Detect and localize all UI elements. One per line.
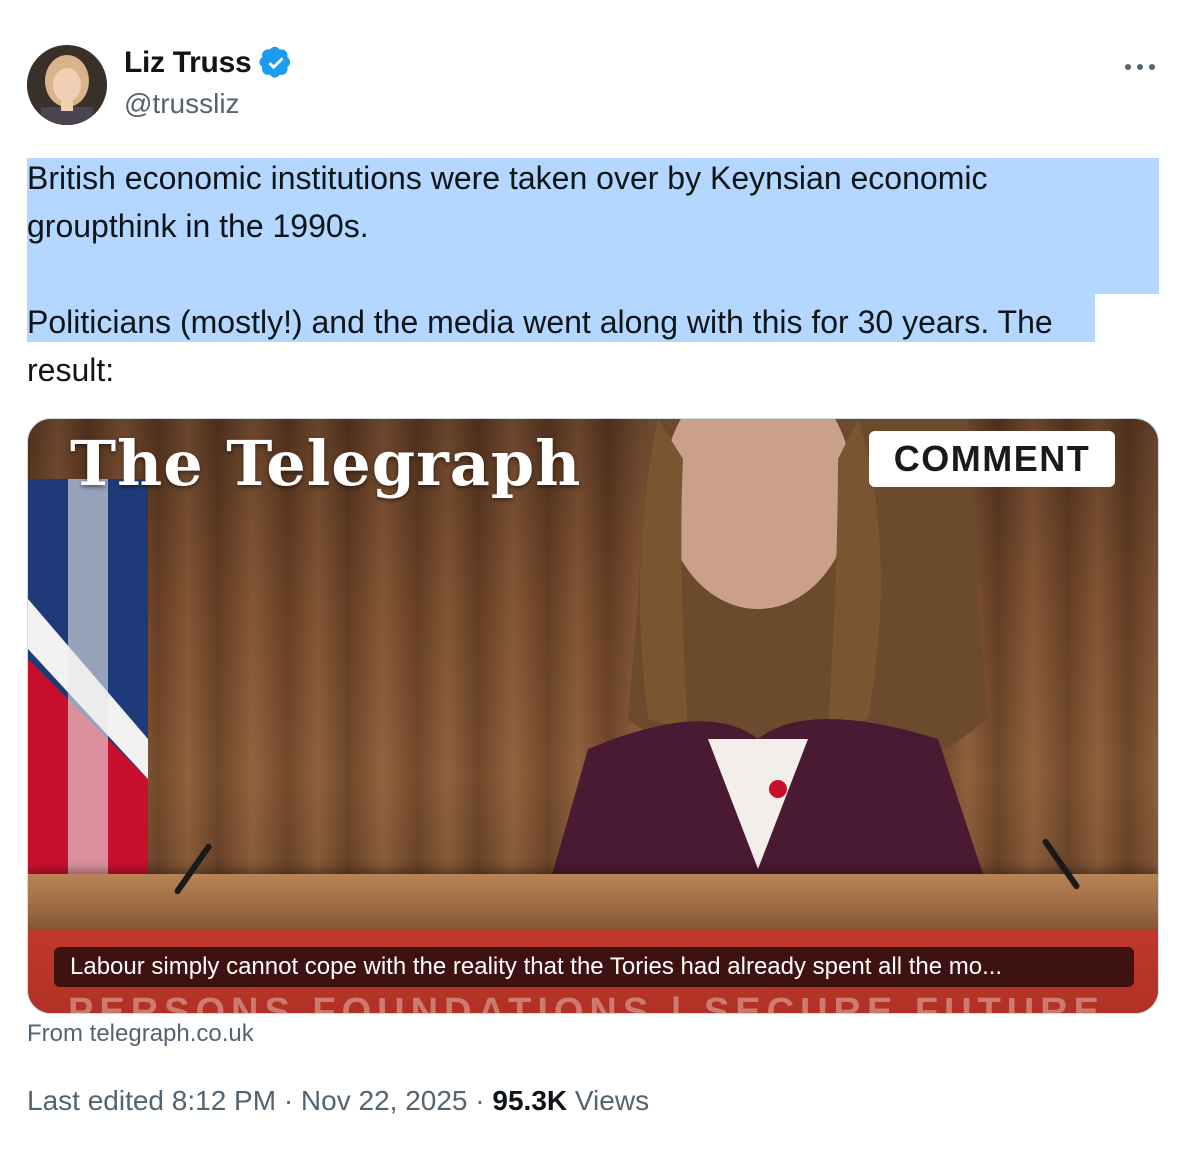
author-avatar[interactable] xyxy=(27,45,107,125)
views-label: Views xyxy=(567,1085,650,1116)
edited-timestamp[interactable]: Last edited 8:12 PM · Nov 22, 2025 · xyxy=(27,1085,492,1116)
link-preview-card[interactable]: PERSONS FOUNDATIONS | SECURE FUTURE The … xyxy=(27,418,1159,1014)
speaker-image xyxy=(548,419,988,889)
podium xyxy=(28,874,1158,934)
podium-lettering: PERSONS FOUNDATIONS | SECURE FUTURE xyxy=(68,991,1105,1014)
card-source[interactable]: From telegraph.co.uk xyxy=(27,1020,254,1048)
tweet-text-line: British economic institutions were taken… xyxy=(27,160,988,196)
comment-badge: COMMENT xyxy=(869,431,1115,487)
more-options-icon[interactable] xyxy=(1122,52,1158,82)
author-name[interactable]: Liz Truss xyxy=(124,46,252,80)
card-caption: Labour simply cannot cope with the reali… xyxy=(54,947,1134,987)
avatar-image xyxy=(27,45,107,125)
tweet-text-line: Politicians (mostly!) and the media went… xyxy=(27,304,1053,340)
telegraph-logo: The Telegraph xyxy=(70,427,582,500)
author-name-row: Liz Truss xyxy=(124,46,293,80)
tweet-text-line: groupthink in the 1990s. xyxy=(27,208,369,244)
tweet-text-line: result: xyxy=(27,352,115,388)
tweet-meta: Last edited 8:12 PM · Nov 22, 2025 · 95.… xyxy=(27,1085,649,1117)
verified-badge-icon xyxy=(259,46,293,80)
author-handle[interactable]: @trussliz xyxy=(124,88,240,120)
views-count: 95.3K xyxy=(492,1085,568,1116)
union-flag-image xyxy=(28,479,148,879)
